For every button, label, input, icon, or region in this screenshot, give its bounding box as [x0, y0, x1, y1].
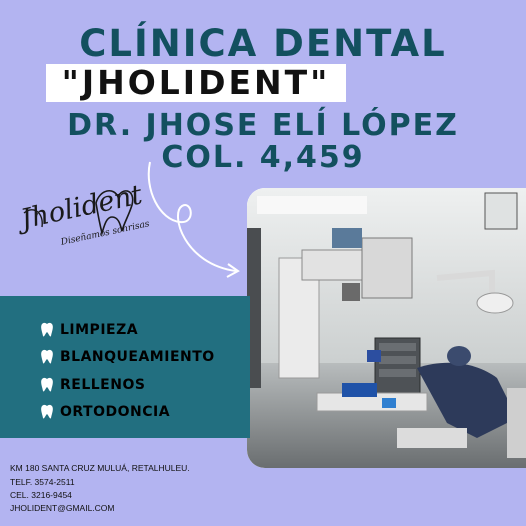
- clinic-photo: [247, 188, 526, 468]
- clinic-name: "JHOLIDENT": [61, 63, 331, 102]
- arrow-icon: [147, 161, 240, 278]
- service-label: BLANQUEAMIENTO: [60, 349, 215, 365]
- dental-office-image: [247, 188, 526, 468]
- phone-text: TELF. 3574-2511: [10, 477, 75, 487]
- tooth-icon: [41, 322, 53, 337]
- services-panel: LIMPIEZA BLANQUEAMIENTO RELLENOS ORTODON…: [0, 296, 250, 438]
- doctor-name: DR. JHOSE ELÍ LÓPEZ: [67, 108, 459, 143]
- license-number: COL. 4,459: [161, 140, 365, 175]
- cell-text: CEL. 3216-9454: [10, 490, 72, 500]
- service-item: BLANQUEAMIENTO: [40, 347, 215, 367]
- email-text: JHOLIDENT@GMAIL.COM: [10, 503, 115, 513]
- service-item: LIMPIEZA: [40, 320, 138, 340]
- service-label: ORTODONCIA: [60, 404, 171, 420]
- service-label: RELLENOS: [60, 377, 146, 393]
- service-item: RELLENOS: [40, 375, 145, 395]
- tooth-icon: [41, 349, 53, 364]
- service-item: ORTODONCIA: [40, 402, 170, 422]
- tooth-icon: [41, 404, 53, 419]
- service-label: LIMPIEZA: [60, 322, 139, 338]
- address-text: KM 180 SANTA CRUZ MULUÁ, RETALHULEU.: [10, 463, 190, 473]
- clinic-title: CLÍNICA DENTAL: [79, 22, 447, 65]
- tooth-icon: [41, 377, 53, 392]
